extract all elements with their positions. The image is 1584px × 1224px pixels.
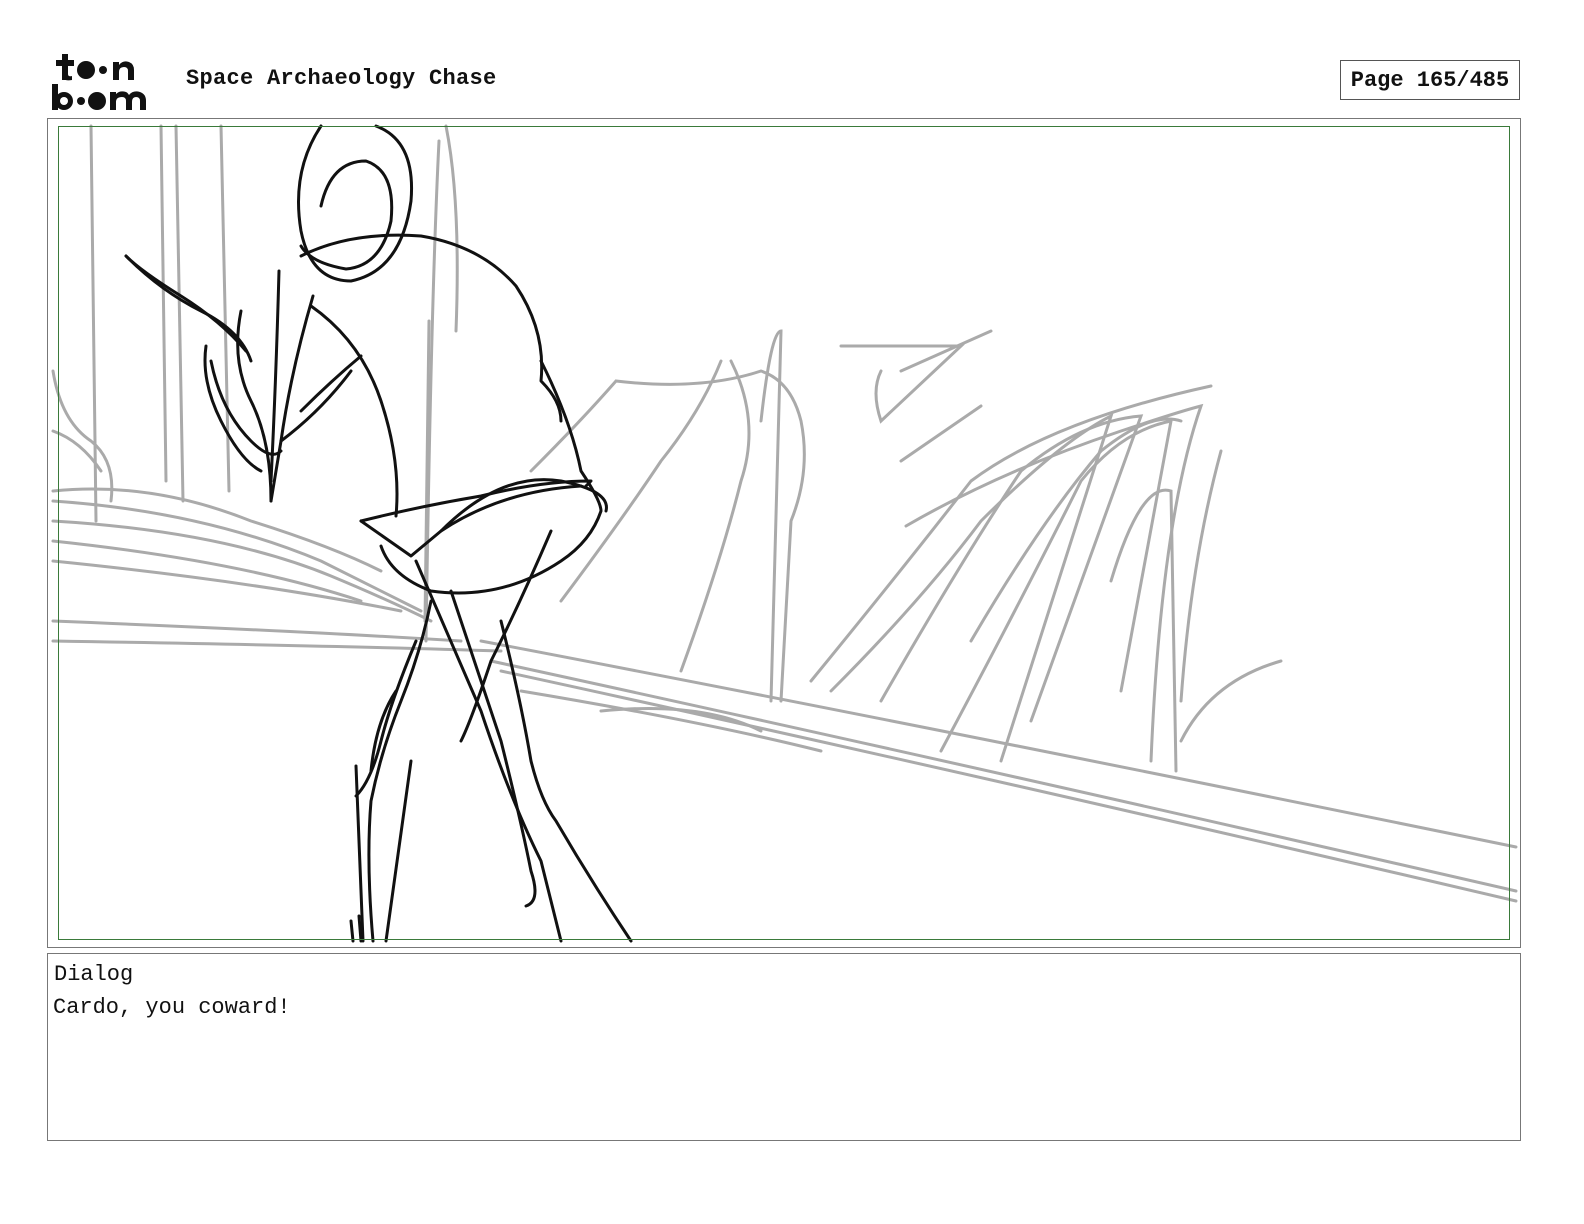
dialog-label: Dialog bbox=[54, 962, 134, 987]
document-title: Space Archaeology Chase bbox=[186, 66, 497, 91]
dialog-box: Dialog Cardo, you coward! bbox=[47, 953, 1521, 1141]
page-indicator: Page 165/485 bbox=[1340, 60, 1520, 100]
storyboard-sketch bbox=[51, 124, 1518, 943]
dialog-text: Cardo, you coward! bbox=[53, 995, 291, 1020]
toon-boom-logo bbox=[52, 54, 146, 110]
storyboard-panel bbox=[47, 118, 1521, 948]
